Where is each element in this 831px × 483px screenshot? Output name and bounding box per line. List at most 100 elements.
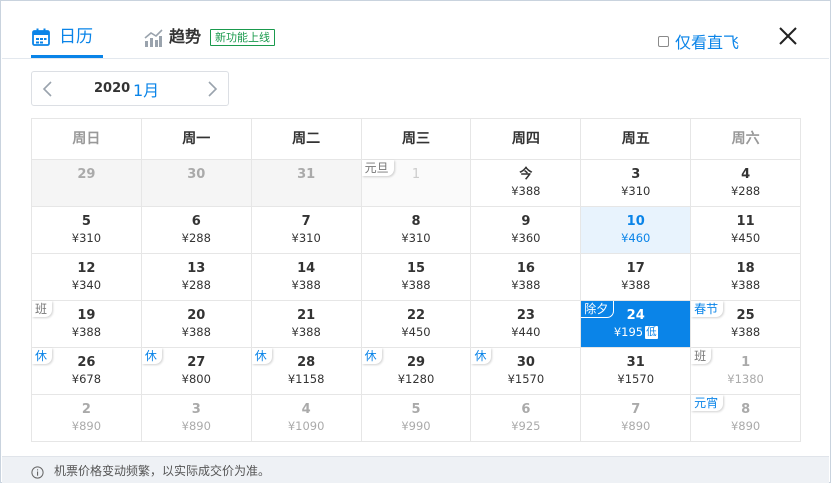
calendar-day-cell[interactable]: 23 ¥440 bbox=[471, 301, 582, 348]
fare-price: ¥440 bbox=[471, 324, 580, 340]
calendar-grid: 周日 周一 周二 周三 周四 周五 周六 29 30 31 元旦 1 今 ¥388 3 ¥310… bbox=[31, 118, 802, 442]
calendar-day-cell[interactable]: 17 ¥388 bbox=[581, 254, 692, 301]
calendar-day-cell[interactable]: 5 ¥310 bbox=[32, 207, 142, 254]
calendar-day-cell[interactable]: 除夕 24 ¥195 低 bbox=[581, 301, 692, 348]
fare-price-value: ¥288 bbox=[181, 231, 211, 245]
direct-only-checkbox[interactable] bbox=[658, 35, 669, 47]
tab-trend[interactable]: 趋势 新功能上线 bbox=[143, 23, 276, 57]
calendar-day-cell[interactable]: 休 27 ¥800 bbox=[141, 348, 252, 395]
chevron-right-icon[interactable] bbox=[204, 80, 220, 98]
calendar-day-cell[interactable]: 18 ¥388 bbox=[691, 254, 802, 301]
fare-price-value: ¥990 bbox=[401, 419, 431, 433]
calendar-day-cell[interactable]: 4 ¥1090 bbox=[251, 395, 362, 442]
calendar-day-cell[interactable]: 11 ¥450 bbox=[691, 207, 802, 254]
holiday-tag: 春节 bbox=[691, 301, 724, 317]
calendar-day-cell[interactable]: 7 ¥310 bbox=[251, 207, 362, 254]
fare-price: ¥450 bbox=[362, 324, 471, 340]
holiday-tag: 班 bbox=[691, 348, 712, 364]
calendar-day-cell[interactable]: 休 30 ¥1570 bbox=[471, 348, 582, 395]
fare-price: ¥388 bbox=[252, 277, 361, 293]
header-divider bbox=[2, 58, 829, 59]
fare-price: ¥388 bbox=[691, 277, 800, 293]
tab-trend-label: 趋势 bbox=[169, 27, 202, 46]
calendar-day-cell[interactable]: 16 ¥388 bbox=[471, 254, 582, 301]
fare-price: ¥450 bbox=[691, 230, 800, 246]
calendar-day-cell[interactable]: 14 ¥388 bbox=[251, 254, 362, 301]
holiday-tag: 休 bbox=[361, 348, 382, 364]
day-number: 23 bbox=[516, 308, 535, 323]
calendar-day-cell[interactable]: 9 ¥360 bbox=[471, 207, 582, 254]
fare-price: ¥990 bbox=[362, 418, 471, 434]
fare-price-value: ¥288 bbox=[730, 184, 761, 198]
tab-calendar-label: 日历 bbox=[59, 27, 93, 47]
fare-price: ¥1280 bbox=[362, 371, 471, 387]
calendar-day-cell[interactable]: 10 ¥460 bbox=[581, 207, 692, 254]
calendar-day-cell[interactable]: 2 ¥890 bbox=[32, 395, 142, 442]
fare-price-value: ¥800 bbox=[181, 372, 211, 386]
close-icon[interactable] bbox=[777, 25, 799, 47]
day-number: 3 bbox=[191, 402, 201, 417]
fare-price-value: ¥890 bbox=[621, 419, 651, 433]
calendar-day-cell[interactable]: 休 26 ¥678 bbox=[32, 348, 142, 395]
calendar-day-cell[interactable]: 元宵 8 ¥890 bbox=[691, 395, 802, 442]
day-number: 3 bbox=[631, 167, 641, 182]
calendar-day-cell[interactable]: 6 ¥288 bbox=[141, 207, 252, 254]
day-number: 8 bbox=[411, 214, 421, 229]
day-number: 4 bbox=[301, 402, 311, 417]
new-feature-badge: 新功能上线 bbox=[210, 29, 276, 46]
tab-calendar[interactable]: 日历 bbox=[31, 23, 103, 58]
chevron-left-icon[interactable] bbox=[40, 80, 56, 98]
calendar-day-cell[interactable]: 13 ¥288 bbox=[141, 254, 252, 301]
calendar-day-cell[interactable]: 休 28 ¥1158 bbox=[251, 348, 362, 395]
calendar-day-cell[interactable]: 20 ¥388 bbox=[141, 301, 252, 348]
holiday-tag: 班 bbox=[32, 301, 53, 317]
lowest-price-badge: 低 bbox=[645, 326, 658, 339]
day-number: 14 bbox=[297, 261, 316, 276]
day-number: 6 bbox=[191, 214, 201, 229]
calendar-week-row: 5 ¥310 6 ¥288 7 ¥310 8 ¥310 9 ¥360 10 ¥460 11 ¥450 bbox=[32, 207, 802, 254]
calendar-day-cell[interactable]: 班 19 ¥388 bbox=[32, 301, 142, 348]
calendar-week-row: 2 ¥890 3 ¥890 4 ¥1090 5 ¥990 6 ¥925 7 ¥890 元宵 8 ¥890 bbox=[32, 395, 802, 442]
calendar-day-cell: 29 bbox=[32, 160, 142, 207]
calendar-day-cell[interactable]: 元旦 1 bbox=[361, 160, 472, 207]
direct-flights-only-toggle[interactable]: 仅看直飞 bbox=[658, 29, 739, 53]
calendar-day-cell[interactable]: 休 29 ¥1280 bbox=[361, 348, 472, 395]
calendar-day-cell[interactable]: 班 1 ¥1380 bbox=[691, 348, 802, 395]
fare-price-value: ¥1570 bbox=[617, 372, 655, 386]
calendar-day-cell[interactable]: 6 ¥925 bbox=[471, 395, 582, 442]
holiday-tag: 休 bbox=[251, 348, 272, 364]
calendar-day-cell[interactable]: 4 ¥288 bbox=[691, 160, 802, 207]
fare-price-value: ¥310 bbox=[621, 184, 651, 198]
calendar-week-row: 休 26 ¥678 休 27 ¥800 休 28 ¥1158 休 29 ¥1280 休 30 ¥1570 31… bbox=[32, 348, 802, 395]
weekday-header: 周一 bbox=[141, 119, 252, 160]
calendar-day-cell[interactable]: 12 ¥340 bbox=[32, 254, 142, 301]
fare-price-value: ¥1090 bbox=[287, 419, 325, 433]
calendar-day-cell[interactable]: 3 ¥890 bbox=[141, 395, 252, 442]
day-number: 31 bbox=[626, 355, 645, 370]
calendar-day-cell[interactable]: 8 ¥310 bbox=[361, 207, 472, 254]
month-selector: 2020 1月 bbox=[31, 71, 229, 106]
calendar-day-cell: 31 bbox=[251, 160, 362, 207]
calendar-day-cell[interactable]: 7 ¥890 bbox=[581, 395, 692, 442]
calendar-day-cell[interactable]: 今 ¥388 bbox=[471, 160, 582, 207]
fare-price-value: ¥678 bbox=[71, 372, 102, 386]
calendar-day-cell[interactable]: 15 ¥388 bbox=[361, 254, 472, 301]
footer-notice: 机票价格变动频繁，以实际成交价为准。 bbox=[2, 456, 829, 483]
calendar-day-cell[interactable]: 5 ¥990 bbox=[361, 395, 472, 442]
fare-price: ¥1090 bbox=[252, 418, 361, 434]
calendar-day-cell[interactable]: 31 ¥1570 bbox=[581, 348, 692, 395]
day-number: 11 bbox=[736, 214, 755, 229]
calendar-day-cell[interactable]: 21 ¥388 bbox=[251, 301, 362, 348]
fare-price: ¥925 bbox=[471, 418, 580, 434]
fare-price: ¥1570 bbox=[581, 371, 690, 387]
day-number: 29 bbox=[77, 167, 96, 182]
holiday-tag: 休 bbox=[32, 348, 53, 364]
fare-price: ¥388 bbox=[252, 324, 361, 340]
calendar-day-cell[interactable]: 春节 25 ¥388 bbox=[691, 301, 802, 348]
month-dropdown[interactable]: 1月 bbox=[133, 77, 159, 101]
day-number: 9 bbox=[521, 214, 531, 229]
fare-price-value: ¥1570 bbox=[507, 372, 545, 386]
day-number: 21 bbox=[297, 308, 316, 323]
calendar-day-cell[interactable]: 3 ¥310 bbox=[581, 160, 692, 207]
calendar-day-cell[interactable]: 22 ¥450 bbox=[361, 301, 472, 348]
